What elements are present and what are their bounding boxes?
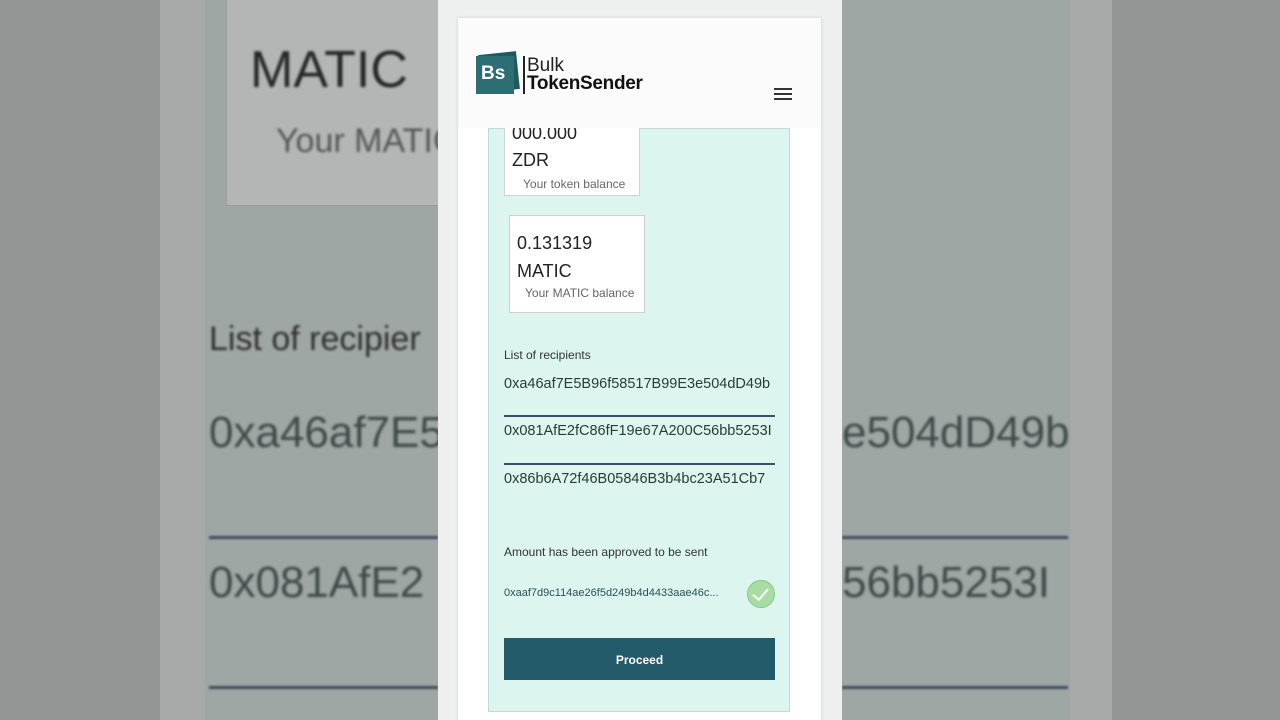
background-your-matic-text: Your MATIC [276,122,458,160]
check-circle-icon [747,580,775,608]
background-panel-right [842,0,1070,720]
background-underline-1-right [842,536,1068,539]
recipient-address-2[interactable]: 0x081AfE2fC86fF19e67A200C56bb5253I [504,423,775,439]
brand-divider [523,56,525,94]
hamburger-menu-icon[interactable] [774,88,792,102]
brand-logo[interactable]: Bs [476,51,520,95]
matic-balance-card: 0.131319 MATIC Your MATIC balance [509,215,645,313]
proceed-button[interactable]: Proceed [504,638,775,680]
recipient-address-1[interactable]: 0xa46af7E5B96f58517B99E3e504dD49b [504,376,775,392]
background-matic-text: MATIC [250,41,408,99]
matic-balance-value: 0.131319 [517,233,593,253]
approval-label: Amount has been approved to be sent [504,545,708,559]
approval-tx-hash[interactable]: 0xaaf7d9c114ae26f5d249b4d4433aae46c... [504,587,726,599]
brand-name-line2: TokenSender [527,73,643,94]
background-balance-card [226,0,440,206]
background-underline-2-right [842,686,1068,689]
background-underline-1-left [209,536,438,539]
matic-balance-symbol: MATIC [517,261,572,281]
recipient-address-3[interactable]: 0x86b6A72f46B05846B3b4bc23A51Cb7 [504,471,775,487]
matic-balance-caption: Your MATIC balance [525,286,635,300]
app-header: Bs Bulk TokenSender [458,18,821,128]
background-address-2-left: 0x081AfE2 [209,558,425,607]
recipients-label: List of recipients [504,348,591,362]
background-address-1-left: 0xa46af7E5 [209,408,444,457]
background-address-1-right: e504dD49b [842,408,1070,457]
token-balance-caption: Your token balance [523,177,626,191]
background-list-label: List of recipier [209,320,421,358]
logo-text: Bs [481,63,506,84]
phone-screen: Bs Bulk TokenSender 000.000 ZDR Your tok… [438,0,842,720]
background-underline-2-left [209,686,438,689]
token-balance-symbol: ZDR [512,150,549,170]
recipient-underline-1 [504,415,775,417]
background-address-2-right: 56bb5253I [842,558,1050,607]
recipient-underline-2 [504,463,775,465]
page-container: Bs Bulk TokenSender 000.000 ZDR Your tok… [458,18,821,720]
sender-panel: 000.000 ZDR Your token balance 0.131319 … [488,99,790,712]
